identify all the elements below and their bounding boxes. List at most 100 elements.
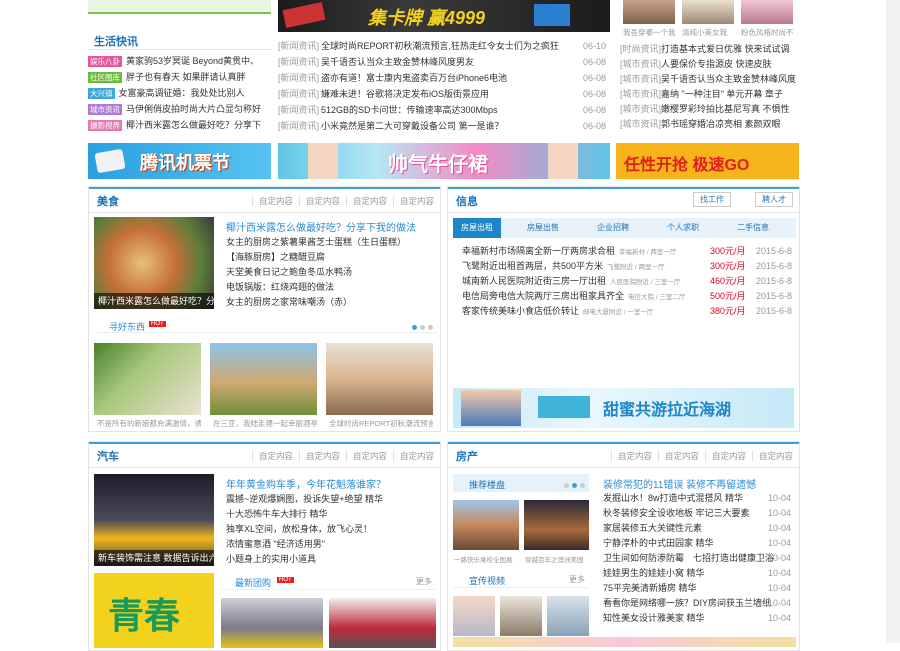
food-item[interactable]: 女主的厨房之家常味嘲汤（赤） bbox=[226, 295, 436, 310]
news-row[interactable]: [新闻资讯] 512GB的SD卡问世：传输速率高达300Mbps 06-08 bbox=[278, 102, 610, 118]
food-link-1[interactable]: 自定内容 bbox=[251, 196, 293, 206]
denim-banner[interactable]: 帅气牛仔裙 bbox=[278, 143, 610, 179]
life-item[interactable]: 娱乐八卦 黄家驹53岁冥诞 Beyond黄贯中、 bbox=[88, 54, 271, 70]
house-item[interactable]: 知性美女设计雅美家 精华 10-04 bbox=[603, 611, 795, 626]
city-news-text[interactable]: 嘉纳 "一种注目" 单元开幕 章子 bbox=[661, 89, 783, 99]
tab-rent[interactable]: 房屋出租 bbox=[453, 218, 501, 238]
news-text[interactable]: 全球时尚REPORT初秋潮流预言,狂热走红令女士们为之疯狂 bbox=[321, 41, 559, 51]
life-item[interactable]: 摄影视界 椰汁西米露怎么做最好吃？分享下 bbox=[88, 118, 271, 134]
tab-recruit[interactable]: 企业招聘 bbox=[583, 218, 643, 238]
sale-banner[interactable]: 任性开抢 极速GO bbox=[616, 143, 799, 179]
city-news-text[interactable]: 郭书瑶穿婚冶凉亮相 素颜双眼 bbox=[661, 119, 781, 129]
city-news-text[interactable]: 嫩樱罗彩玲拍比基尼写真 不惧性 bbox=[661, 104, 790, 114]
food-main-image[interactable]: 椰汁西米露怎么做最好吃？分 bbox=[94, 217, 214, 309]
city-news-row[interactable]: [城市资讯]嫩樱罗彩玲拍比基尼写真 不惧性 bbox=[620, 102, 798, 117]
news-text[interactable]: 吴千语否认当众主致金赞林峰风度男友 bbox=[321, 57, 474, 67]
travel-ad[interactable]: 甜蜜共游拉近海湖 bbox=[453, 388, 794, 428]
group-buy-photo-1[interactable] bbox=[221, 598, 323, 648]
house-carousel-dots[interactable] bbox=[561, 480, 585, 490]
house-item-text[interactable]: 卫生间如何防渗防霉 七招打造出健康卫浴 bbox=[603, 553, 774, 563]
car-item[interactable]: 浓情蜜意酒 "经济适用男" bbox=[226, 537, 436, 552]
tab-sale[interactable]: 房屋出售 bbox=[513, 218, 573, 238]
city-news-row[interactable]: [时尚资讯]打造基本式爱日优雅 快来试试调 bbox=[620, 42, 798, 57]
house-item[interactable]: 75平完美清新婚房 精华 10-04 bbox=[603, 581, 795, 596]
news-text[interactable]: 嫌难未进！谷歌将决定发布iOS版街景应用 bbox=[321, 89, 489, 99]
news-text[interactable]: 小米竟然是第二大可穿戴设备公司 第一是谁？ bbox=[321, 121, 504, 131]
house-photo-1[interactable] bbox=[453, 500, 519, 550]
house-item[interactable]: 秋冬装修安全设收地板 牢记三大要素 10-04 bbox=[603, 506, 795, 521]
info-row-text[interactable]: 电信局旁电信大院两厅三房出租家具齐全 bbox=[462, 291, 624, 301]
video-more-link[interactable]: 更多 bbox=[569, 574, 585, 585]
house-item[interactable]: 看看你是网络哪一族？DIY房间获玉兰墙纸 10-04 bbox=[603, 596, 795, 611]
food-photo-1[interactable] bbox=[94, 343, 201, 415]
news-row[interactable]: [新闻资讯] 小米竟然是第二大可穿戴设备公司 第一是谁？ 06-08 bbox=[278, 118, 610, 134]
life-item[interactable]: 城市资讯 马伊俐俏皮拍时尚大片凸显匀称好 bbox=[88, 102, 271, 118]
ticket-banner[interactable]: 腾讯机票节 bbox=[88, 143, 271, 179]
tab-secondhand[interactable]: 二手信息 bbox=[723, 218, 783, 238]
house-item-text[interactable]: 看看你是网络哪一族？DIY房间获玉兰墙纸 bbox=[603, 598, 771, 608]
food-photo-2[interactable] bbox=[210, 343, 317, 415]
house-item-text[interactable]: 发掘山水！8w打造中式混搭风 精华 bbox=[603, 493, 743, 503]
info-row-text[interactable]: 客家传统美味小食店低价转让 bbox=[462, 306, 579, 316]
house-headline[interactable]: 装修常犯的11错误 装修不再留遗憾 bbox=[603, 476, 756, 491]
life-item[interactable]: 大兴镇 女富豪高调征婚：我处处比别人 bbox=[88, 86, 271, 102]
car-main-image[interactable]: 新车装饰需注意 数据告诉出六大傻 bbox=[94, 474, 214, 566]
house-photo-2[interactable] bbox=[524, 500, 589, 550]
food-item[interactable]: 女主的厨房之紫薯果酱芝士蛋糕（生日蛋糕） bbox=[226, 235, 436, 250]
car-item[interactable]: 独享XL空间，放松身体，放飞心灵！ bbox=[226, 522, 436, 537]
house-item[interactable]: 宁静淳朴的中式田园家 精华 10-04 bbox=[603, 536, 795, 551]
info-row[interactable]: 飞鹭附近出租首两层，共500平方米 飞鹭附近 / 两室一厅 300元/月 2015-6… bbox=[462, 259, 794, 274]
life-item-text[interactable]: 椰汁西米露怎么做最好吃？分享下 bbox=[126, 120, 261, 130]
bottom-ad-strip[interactable] bbox=[453, 637, 796, 647]
food-link-4[interactable]: 自定内容 bbox=[392, 196, 434, 206]
car-item[interactable]: 小题身上的实用小道具 bbox=[226, 552, 436, 567]
food-headline[interactable]: 椰汁西米露怎么做最好吃？分享下我的做法 bbox=[226, 219, 416, 234]
info-row[interactable]: 城南新人民医院附近街三房一厅出租 人民医院附近 / 三室一厅 460元/月 2015-… bbox=[462, 274, 794, 289]
house-link-4[interactable]: 自定内容 bbox=[751, 451, 793, 461]
food-photo-3[interactable] bbox=[326, 343, 433, 415]
house-item-text[interactable]: 秋冬装修安全设收地板 牢记三大要素 bbox=[603, 508, 750, 518]
food-carousel-dots[interactable] bbox=[409, 322, 433, 332]
house-link-2[interactable]: 自定内容 bbox=[657, 451, 699, 461]
car-link-2[interactable]: 自定内容 bbox=[298, 451, 340, 461]
info-row[interactable]: 客家传统美味小食店低价转让 邮电大厦附近 / 一室一厅 380元/月 2015-6-8 bbox=[462, 304, 794, 319]
news-row[interactable]: [新闻资讯] 盗亦有道！富士康内鬼盗卖百万台iPhone6电池 06-08 bbox=[278, 70, 610, 86]
house-item[interactable]: 发掘山水！8w打造中式混搭风 精华 10-04 bbox=[603, 491, 795, 506]
video-thumb-1[interactable] bbox=[453, 596, 495, 636]
car-link-1[interactable]: 自定内容 bbox=[251, 451, 293, 461]
life-item-text[interactable]: 女富豪高调征婚：我处处比别人 bbox=[119, 88, 245, 98]
hire-button[interactable]: 聘人才 bbox=[755, 192, 793, 207]
house-item-text[interactable]: 75平完美清新婚房 精华 bbox=[603, 583, 697, 593]
life-item-text[interactable]: 胖子也有春天 如果胖请认真胖 bbox=[126, 72, 246, 82]
fashion-photo-3[interactable] bbox=[741, 0, 793, 24]
news-row[interactable]: [新闻资讯] 吴千语否认当众主致金赞林峰风度男友 06-08 bbox=[278, 54, 610, 70]
house-item-text[interactable]: 宁静淳朴的中式田园家 精华 bbox=[603, 538, 714, 548]
fashion-photo-1[interactable] bbox=[623, 0, 675, 24]
news-text[interactable]: 512GB的SD卡问世：传输速率高达300Mbps bbox=[321, 105, 498, 115]
youth-ad[interactable]: 青春 bbox=[94, 573, 214, 648]
car-link-4[interactable]: 自定内容 bbox=[392, 451, 434, 461]
house-item[interactable]: 卫生间如何防渗防霉 七招打造出健康卫浴 10-04 bbox=[603, 551, 795, 566]
house-item-text[interactable]: 娃娃男生的娃娃小窝 精华 bbox=[603, 568, 705, 578]
info-row[interactable]: 电信局旁电信大院两厅三房出租家具齐全 电信大院 / 三室二厅 500元/月 2015-… bbox=[462, 289, 794, 304]
info-row-text[interactable]: 飞鹭附近出租首两层，共500平方米 bbox=[462, 261, 603, 271]
car-link-3[interactable]: 自定内容 bbox=[345, 451, 387, 461]
video-thumb-3[interactable] bbox=[547, 596, 589, 636]
car-more-link[interactable]: 更多 bbox=[416, 576, 432, 587]
house-item[interactable]: 家居装修五大关键性元素 10-04 bbox=[603, 521, 795, 536]
city-news-text[interactable]: 吴千语否认当众主致金赞林峰风度 bbox=[661, 74, 796, 84]
house-item[interactable]: 娃娃男生的娃娃小窝 精华 10-04 bbox=[603, 566, 795, 581]
video-thumb-2[interactable] bbox=[500, 596, 542, 636]
city-news-row[interactable]: [城市资讯]嘉纳 "一种注目" 单元开幕 章子 bbox=[620, 87, 798, 102]
life-item-text[interactable]: 马伊俐俏皮拍时尚大片凸显匀称好 bbox=[126, 104, 261, 114]
life-item[interactable]: 社区图库 胖子也有春天 如果胖请认真胖 bbox=[88, 70, 271, 86]
car-item[interactable]: 十大恐怖牛车大排行 精华 bbox=[226, 507, 436, 522]
info-row-text[interactable]: 幸福新村市场隔离全新一厅两房求合租 bbox=[462, 246, 615, 256]
food-item[interactable]: 电饭锅版：红烧鸡翅的做法 bbox=[226, 280, 436, 295]
house-item-text[interactable]: 家居装修五大关键性元素 bbox=[603, 523, 702, 533]
city-news-row[interactable]: [城市资讯]郭书瑶穿婚冶凉亮相 素颜双眼 bbox=[620, 117, 798, 132]
fashion-photo-2[interactable] bbox=[682, 0, 734, 24]
game-banner[interactable]: 集卡牌 赢4999 bbox=[278, 0, 610, 32]
car-item[interactable]: 震撼~逆观爆娴图，投诉失望+绝望 精华 bbox=[226, 492, 436, 507]
life-item-text[interactable]: 黄家驹53岁冥诞 Beyond黄贯中、 bbox=[126, 56, 259, 66]
